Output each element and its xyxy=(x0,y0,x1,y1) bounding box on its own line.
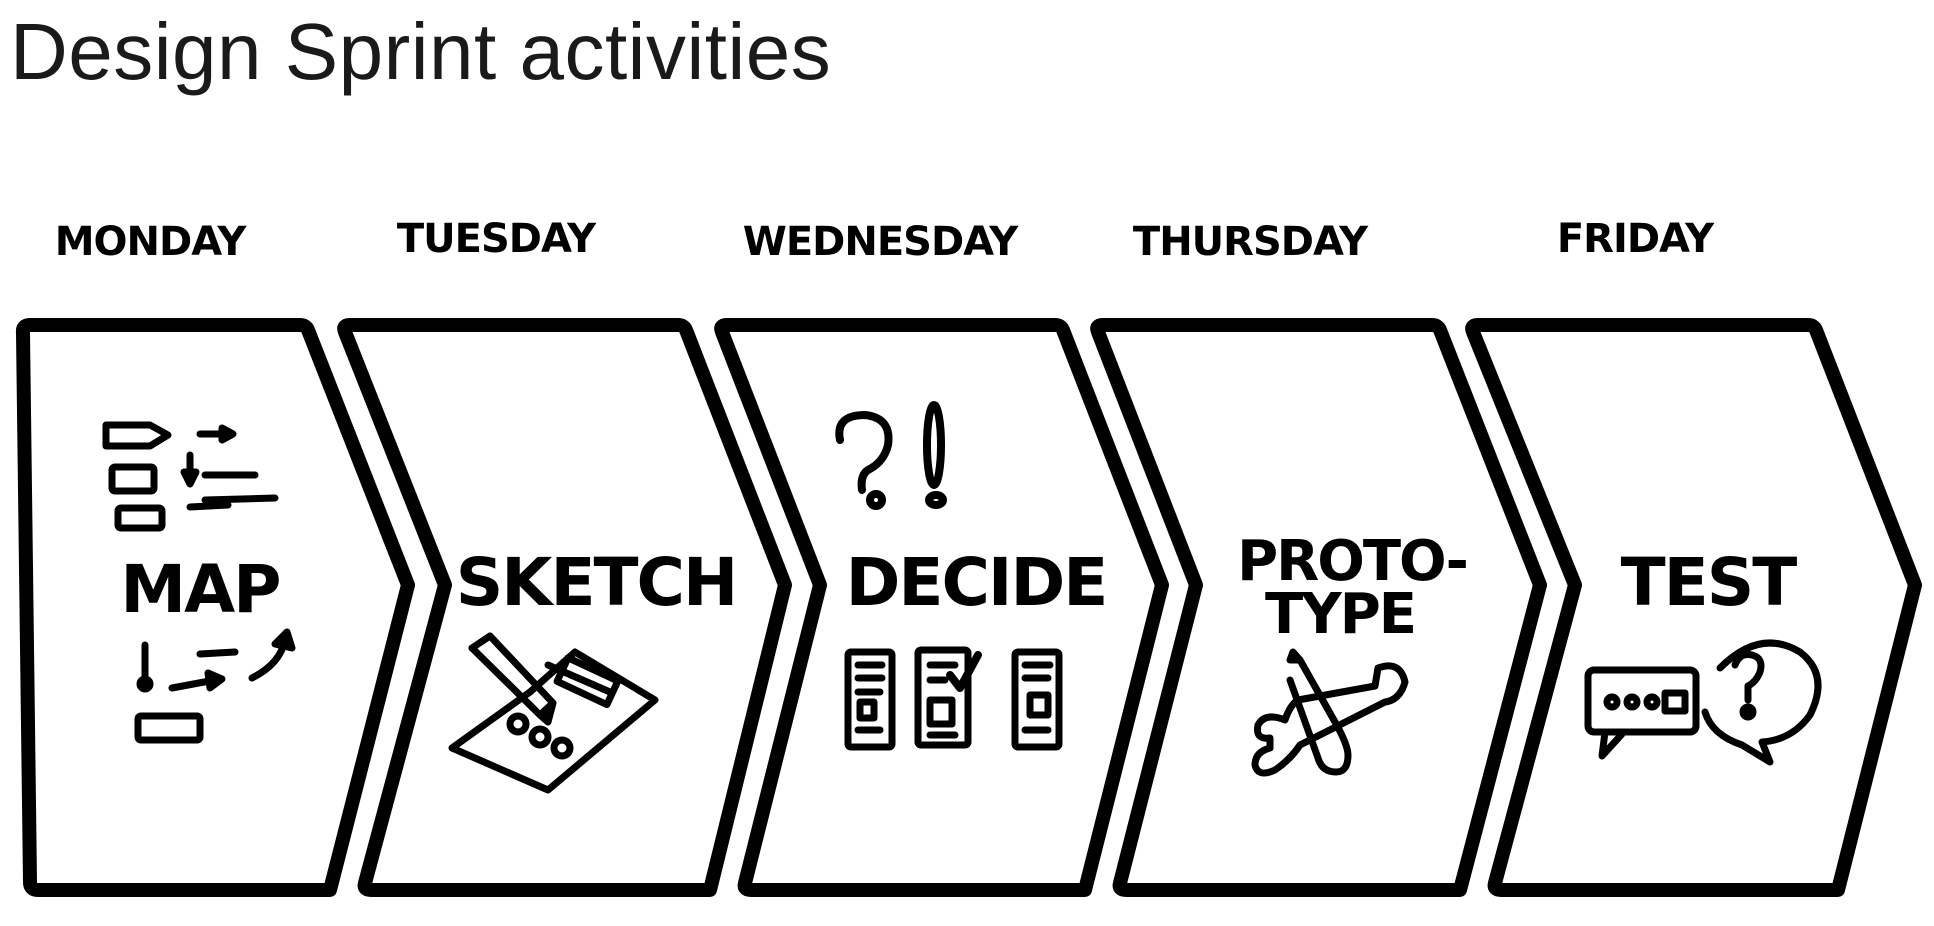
day-label-thursday: THURSDAY xyxy=(1133,219,1369,265)
sprint-diagram: MONDAY TUESDAY WEDNESDAY THURSDAY FRIDAY… xyxy=(15,216,1922,897)
activity-label-decide: DECIDE xyxy=(846,544,1107,621)
day-label-monday: MONDAY xyxy=(55,219,248,265)
day-label-wednesday: WEDNESDAY xyxy=(743,219,1020,265)
day-label-friday: FRIDAY xyxy=(1557,216,1715,262)
flow-map-lower-icon xyxy=(134,628,296,744)
activity-label-prototype-line2: TYPE xyxy=(1265,582,1415,647)
activity-label-map: MAP xyxy=(120,551,279,628)
day-label-tuesday: TUESDAY xyxy=(397,216,597,262)
wrench-screwdriver-icon xyxy=(1251,648,1409,777)
pencil-sketch-icon xyxy=(448,632,659,794)
decision-cards-icon xyxy=(844,646,1063,751)
speech-bubbles-icon xyxy=(1584,639,1822,766)
question-exclamation-icon xyxy=(835,401,947,510)
flow-map-icon xyxy=(102,421,279,532)
activity-label-sketch: SKETCH xyxy=(456,544,736,621)
activity-label-test: TEST xyxy=(1621,544,1798,621)
